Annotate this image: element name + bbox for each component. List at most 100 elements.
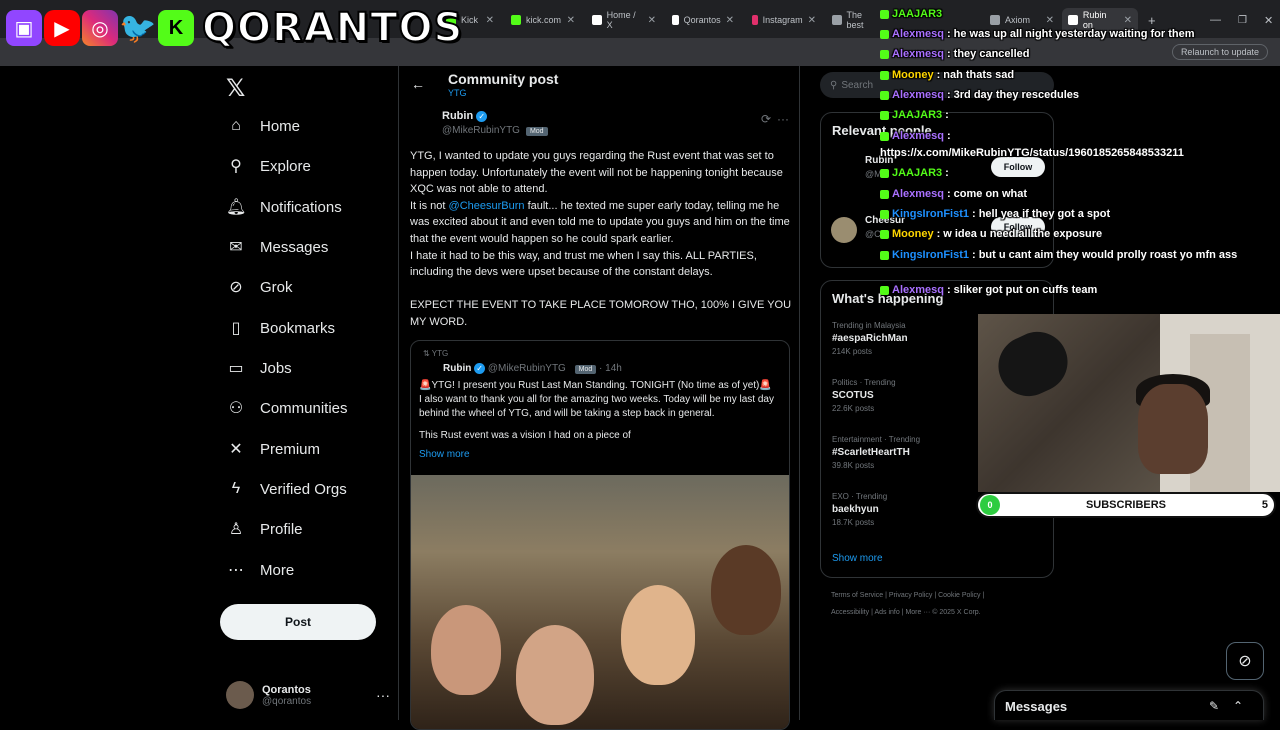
trend-context: Entertainment · Trending bbox=[832, 435, 921, 444]
nav-communities[interactable]: ⚇ Communities bbox=[226, 390, 348, 426]
trend-item[interactable]: Entertainment · Trending #ScarletHeartTH… bbox=[832, 435, 920, 470]
chat-message: Alexmesq:3rd day they rescedules bbox=[880, 89, 1079, 101]
compose-message-icon[interactable]: ✎ bbox=[1209, 699, 1219, 713]
trend-name: #ScarletHeartTH bbox=[832, 447, 910, 458]
post-body: YTG, I wanted to update you guys regardi… bbox=[410, 148, 792, 331]
tab-home-x[interactable]: Home / X ✕ bbox=[586, 8, 662, 32]
chat-username: Mooney bbox=[892, 69, 934, 81]
badge-icon bbox=[880, 209, 889, 219]
chat-username: KingsIronFist1 bbox=[892, 249, 970, 261]
x-logo-icon[interactable]: 𝕏 bbox=[226, 74, 245, 103]
nav-home[interactable]: ⌂ Home bbox=[226, 108, 300, 144]
close-icon[interactable]: ✕ bbox=[486, 15, 494, 26]
verified-badge-icon: ✓ bbox=[476, 110, 488, 122]
subscriber-goal-bar: 0 SUBSCRIBERS 5 bbox=[976, 492, 1276, 518]
search-icon: ⚲ bbox=[230, 158, 242, 175]
tab-label: Home / X bbox=[606, 10, 636, 30]
trend-item[interactable]: Politics · Trending SCOTUS 22.6K posts bbox=[832, 378, 896, 413]
back-arrow-icon[interactable]: ← bbox=[411, 76, 425, 92]
account-handle: @qorantos bbox=[262, 695, 312, 707]
badge-icon bbox=[880, 90, 889, 100]
quote-line: I also want to thank you all for the ama… bbox=[419, 394, 774, 419]
nav-profile[interactable]: ♙ Profile bbox=[226, 511, 303, 547]
trend-name: #aespaRichMan bbox=[832, 333, 908, 344]
badge-icon bbox=[880, 9, 889, 19]
chat-text: but u cant aim they would prolly roast y… bbox=[978, 249, 1238, 261]
nav-label: Profile bbox=[260, 520, 303, 538]
expand-up-icon[interactable]: ⌃ bbox=[1233, 699, 1243, 713]
search-icon: ⚲ bbox=[830, 79, 838, 91]
quote-time: 14h bbox=[605, 363, 622, 375]
tab-instagram[interactable]: Instagram ✕ bbox=[746, 8, 822, 32]
nav-label: Grok bbox=[260, 278, 293, 296]
nav-label: Premium bbox=[260, 440, 321, 458]
footer-links[interactable]: Terms of Service | Privacy Policy | Cook… bbox=[831, 592, 984, 599]
nav-label: Bookmarks bbox=[260, 319, 336, 337]
quoted-post[interactable]: ⇅ YTG Rubin ✓ @MikeRubinYTG Mod · 14h 🚨Y… bbox=[410, 340, 790, 730]
quote-image[interactable] bbox=[411, 475, 789, 729]
main-column: ← Community post YTG Rubin ✓ @MikeRubinY… bbox=[398, 66, 800, 730]
post-button[interactable]: Post bbox=[220, 604, 376, 640]
nav-premium[interactable]: ✕ Premium bbox=[226, 431, 320, 467]
briefcase-icon: ▭ bbox=[228, 360, 244, 377]
face-shape bbox=[431, 605, 501, 695]
nav-notifications[interactable]: 🔔︎ Notifications bbox=[226, 189, 342, 225]
youtube-icon: ▶ bbox=[44, 10, 80, 46]
nav-label: Jobs bbox=[260, 359, 292, 377]
nav-grok[interactable]: ⊘ Grok bbox=[226, 269, 293, 305]
mention-link[interactable]: @CheesurBurn bbox=[449, 200, 525, 212]
tab-label: The best bbox=[846, 10, 864, 30]
nav-verified-orgs[interactable]: ϟ Verified Orgs bbox=[226, 471, 347, 507]
badge-icon bbox=[880, 285, 889, 295]
tab-kick-com[interactable]: kick.com ✕ bbox=[505, 8, 581, 32]
trend-item[interactable]: EXO · Trending baekhyun 18.7K posts bbox=[832, 492, 887, 527]
show-more-link[interactable]: Show more bbox=[832, 553, 883, 564]
badge-icon bbox=[880, 110, 889, 120]
more-icon[interactable]: ··· bbox=[376, 687, 390, 703]
verified-badge-icon: ✓ bbox=[474, 363, 486, 374]
close-icon[interactable]: ✕ bbox=[808, 15, 816, 26]
nav-messages[interactable]: ✉ Messages bbox=[226, 229, 328, 265]
quote-author: Rubin ✓ @MikeRubinYTG Mod · 14h bbox=[443, 363, 622, 375]
chat-text: nah thats sad bbox=[943, 69, 1015, 81]
account-switcher[interactable]: Qorantos @qorantos ··· bbox=[226, 678, 390, 712]
show-more-link[interactable]: Show more bbox=[419, 449, 470, 460]
nav-more[interactable]: ⋯ More bbox=[226, 552, 294, 588]
trend-item[interactable]: Trending in Malaysia #aespaRichMan 214K … bbox=[832, 321, 908, 356]
nav-jobs[interactable]: ▭ Jobs bbox=[226, 350, 292, 386]
chat-message: https://x.com/MikeRubinYTG/status/196018… bbox=[880, 147, 1184, 159]
grok-explain-icon[interactable]: ⟳ bbox=[761, 112, 771, 126]
nav-bookmarks[interactable]: ▯ Bookmarks bbox=[226, 310, 335, 346]
badge-icon bbox=[880, 189, 889, 199]
close-icon[interactable]: ✕ bbox=[648, 15, 656, 26]
badge-icon bbox=[880, 49, 889, 59]
webcam-feed bbox=[978, 314, 1280, 492]
more-options-icon[interactable]: ··· bbox=[777, 112, 789, 126]
community-link[interactable]: YTG bbox=[448, 88, 467, 98]
messages-drawer[interactable]: Messages ✎ ⌃ bbox=[994, 690, 1264, 720]
grok-floating-button[interactable]: ⊘ bbox=[1226, 642, 1264, 680]
face-shape bbox=[621, 585, 695, 685]
kick-favicon-icon bbox=[511, 15, 521, 25]
close-icon[interactable]: ✕ bbox=[726, 15, 734, 26]
chat-text: come on what bbox=[953, 188, 1027, 200]
nav-label: More bbox=[260, 561, 295, 579]
close-icon[interactable]: ✕ bbox=[567, 15, 575, 26]
chat-message: Alexmesq: sliker got put on cuffs team bbox=[880, 284, 1097, 296]
nav-explore[interactable]: ⚲ Explore bbox=[226, 148, 311, 184]
post-paragraph: YTG, I wanted to update you guys regardi… bbox=[410, 150, 783, 196]
post-author[interactable]: Rubin ✓ @MikeRubinYTG Mod bbox=[442, 110, 548, 136]
chat-link[interactable]: https://x.com/MikeRubinYTG/status/196018… bbox=[880, 147, 1184, 159]
tab-qorantos[interactable]: Qorantos ✕ bbox=[666, 8, 740, 32]
nav-label: Notifications bbox=[260, 198, 342, 216]
brand-name: QORANTOS bbox=[201, 4, 464, 52]
footer-links[interactable]: Accessibility | Ads info | More ··· © 20… bbox=[831, 609, 981, 616]
nav-label: Explore bbox=[260, 157, 311, 175]
grok-icon: ⊘ bbox=[1238, 653, 1252, 670]
chat-username: JAAJAR3 bbox=[892, 109, 943, 121]
badge-icon bbox=[880, 168, 889, 178]
chat-username: Alexmesq bbox=[892, 28, 944, 40]
search-placeholder: Search bbox=[841, 79, 874, 91]
page-title: Community post bbox=[448, 71, 559, 87]
face-shape bbox=[711, 545, 781, 635]
